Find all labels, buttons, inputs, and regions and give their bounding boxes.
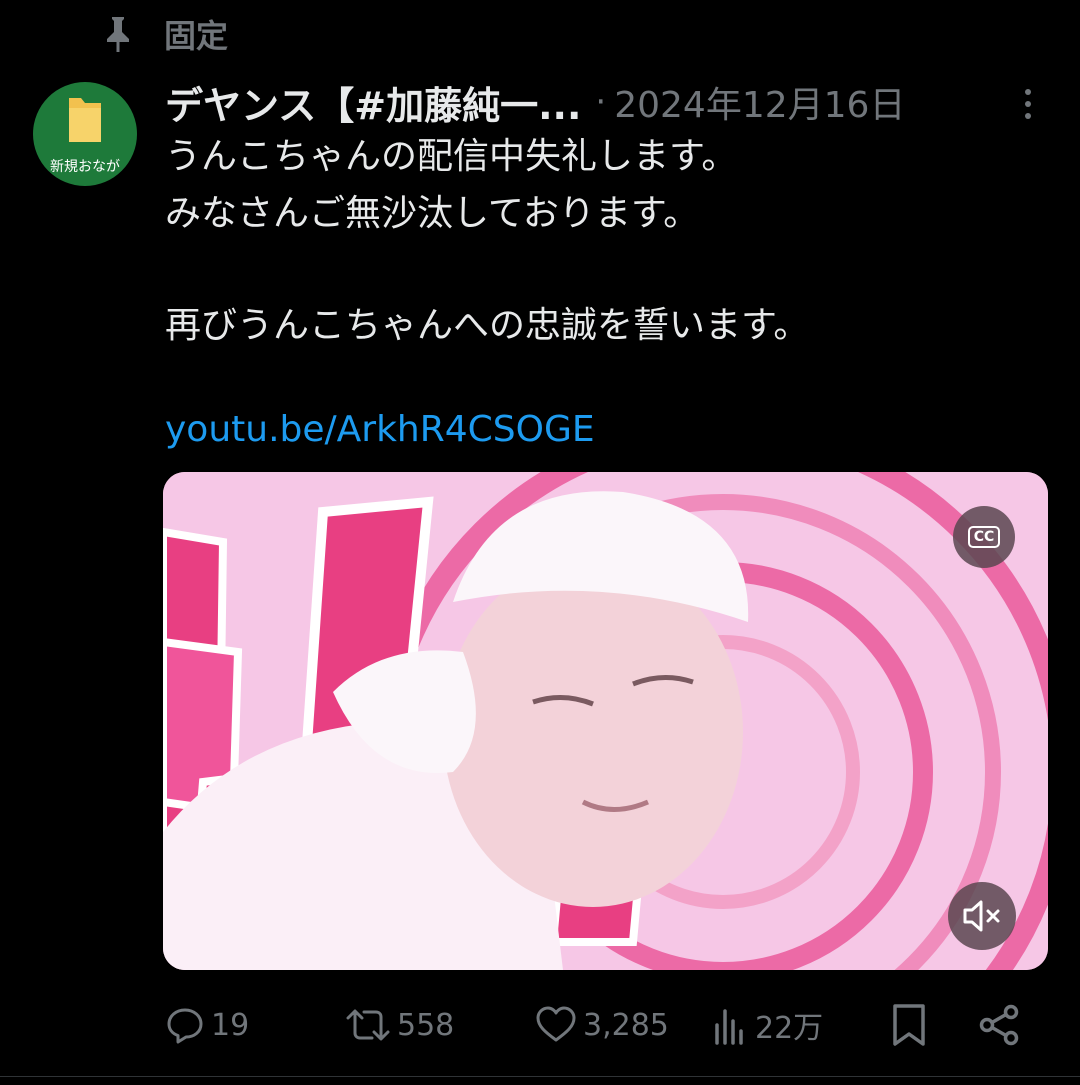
display-name[interactable]: デヤンス【#加藤純一... [165, 75, 581, 130]
more-options-button[interactable] [1014, 84, 1042, 124]
post-header: デヤンス【#加藤純一... · 2024年12月16日 [165, 76, 905, 128]
more-dot-icon [1025, 89, 1031, 95]
repost-icon [346, 1009, 390, 1041]
reply-count: 19 [211, 1007, 250, 1043]
bookmark-icon [893, 1004, 925, 1046]
view-count: 22万 [755, 1011, 824, 1046]
speaker-muted-icon [963, 900, 1000, 932]
pin-icon [100, 14, 136, 54]
folder-icon [69, 98, 101, 142]
post-text-line: みなさんご無沙汰しております。 [165, 193, 700, 234]
share-icon [979, 1004, 1019, 1046]
avatar-caption: 新規おなが [50, 159, 120, 175]
analytics-icon [715, 1009, 743, 1045]
youtube-link[interactable]: youtu.be/ArkhR4CSOGE [165, 405, 595, 455]
timestamp[interactable]: 2024年12月16日 [614, 76, 905, 128]
views-button[interactable]: 22万 [713, 995, 823, 1055]
like-count: 3,285 [583, 1007, 669, 1043]
divider [0, 1076, 1080, 1077]
action-bar: 19 558 3,285 22万 [165, 995, 1035, 1055]
unmute-button[interactable] [948, 882, 1016, 950]
heart-icon [536, 1006, 576, 1042]
captions-button[interactable]: CC [953, 506, 1015, 568]
reply-button[interactable]: 19 [165, 995, 249, 1055]
more-dot-icon [1025, 113, 1031, 119]
separator-dot: · [595, 82, 607, 122]
avatar[interactable]: 新規おなが [33, 82, 137, 186]
repost-button[interactable]: 558 [345, 995, 454, 1055]
tweet-page: 固定 新規おなが デヤンス【#加藤純一... · 2024年12月16日 うんこ… [0, 0, 1080, 1085]
bookmark-button[interactable] [891, 995, 927, 1055]
video-player[interactable]: CC [163, 472, 1048, 970]
repost-count: 558 [397, 1007, 455, 1043]
reply-icon [167, 1008, 203, 1044]
like-button[interactable]: 3,285 [535, 995, 669, 1055]
post-text-line: うんこちゃんの配信中失礼します。 [165, 136, 738, 177]
pinned-row: 固定 [100, 12, 228, 56]
cc-icon: CC [967, 526, 1001, 548]
pinned-label: 固定 [164, 17, 229, 55]
more-dot-icon [1025, 101, 1031, 107]
post-text-line: 再びうんこちゃんへの忠誠を誓います。 [165, 305, 810, 346]
share-button[interactable] [977, 995, 1021, 1055]
video-frame [163, 472, 1048, 970]
